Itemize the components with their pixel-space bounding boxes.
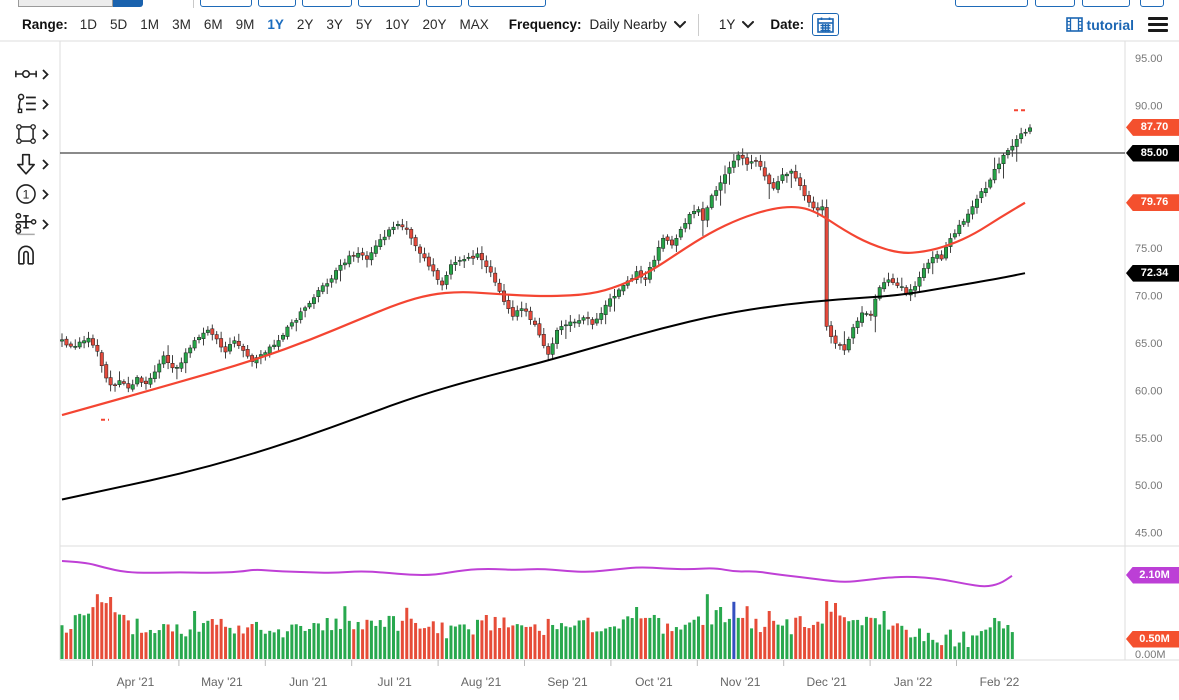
price-tick-label: 90.00 <box>1135 101 1163 113</box>
chart-area[interactable]: Apr '21 May '21 Jun '21 Jul '21 Aug '21 Sep '… <box>0 0 1179 700</box>
volume-bars <box>61 594 1014 659</box>
candles <box>60 128 1031 389</box>
month-label: Nov '21 <box>720 675 761 689</box>
ma-short-line <box>62 203 1025 415</box>
price-tick-label: 55.00 <box>1135 433 1163 445</box>
price-tick-label: 75.00 <box>1135 243 1163 255</box>
volume-tick-label: 0.00M <box>1135 649 1166 661</box>
month-label: Jul '21 <box>378 675 413 689</box>
chart-borders <box>0 41 1179 660</box>
month-label: Apr '21 <box>117 675 155 689</box>
month-label: Jun '21 <box>289 675 328 689</box>
month-label: Aug '21 <box>461 675 502 689</box>
candle-wicks <box>62 124 1030 392</box>
x-axis: Apr '21 May '21 Jun '21 Jul '21 Aug '21 Sep '… <box>93 660 1020 689</box>
price-tick-label: 95.00 <box>1135 53 1163 65</box>
month-label: Feb '22 <box>980 675 1020 689</box>
month-label: Sep '21 <box>547 675 588 689</box>
month-label: Dec '21 <box>807 675 848 689</box>
price-tick-label: 65.00 <box>1135 338 1163 350</box>
month-label: May '21 <box>201 675 243 689</box>
price-volume-chart[interactable]: Apr '21 May '21 Jun '21 Jul '21 Aug '21 Sep '… <box>0 0 1179 700</box>
barchart-interactive-chart-app: Range: 1D5D1M3M6M9M1Y2Y3Y5Y10Y20YMAX Fre… <box>0 0 1179 700</box>
month-label: Jan '22 <box>894 675 933 689</box>
price-tick-label: 70.00 <box>1135 290 1163 302</box>
month-label: Oct '21 <box>635 675 673 689</box>
ma-long-line <box>62 273 1025 499</box>
volume-ma-line <box>62 561 1012 586</box>
price-tick-label: 60.00 <box>1135 385 1163 397</box>
price-tick-label: 50.00 <box>1135 480 1163 492</box>
price-axis: 95.00 90.00 75.00 70.00 65.00 60.00 55.00 50.00… <box>1135 53 1166 661</box>
price-tick-label: 45.00 <box>1135 528 1163 540</box>
